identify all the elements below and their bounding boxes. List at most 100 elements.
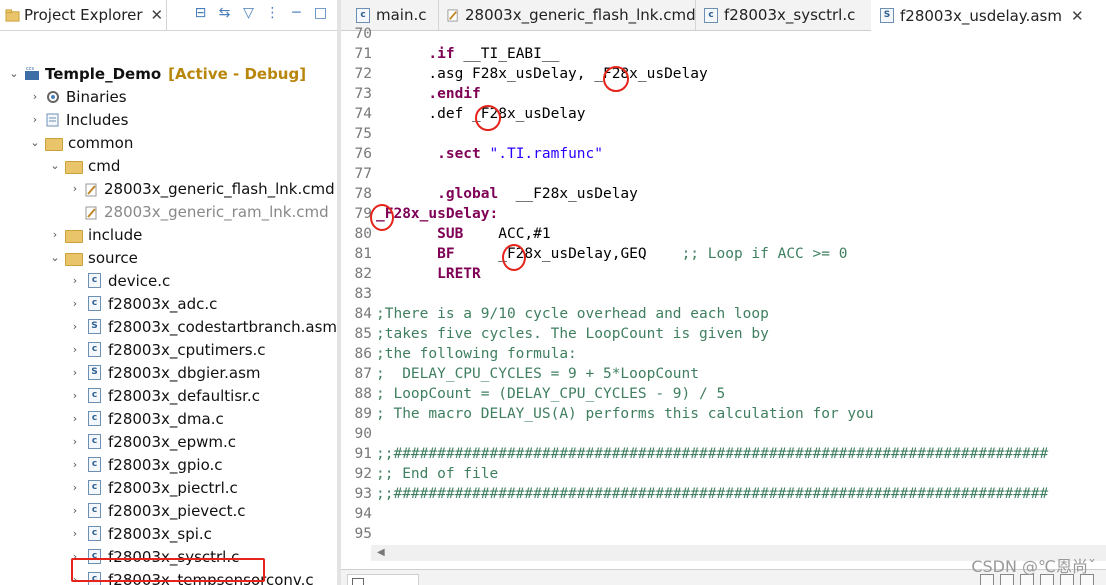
project-explorer-tab[interactable]: Project Explorer ✕ <box>0 0 167 30</box>
chevron-right-icon[interactable]: › <box>29 90 41 103</box>
code-line[interactable]: 80 SUB ACC,#1 <box>341 224 1106 244</box>
chevron-right-icon[interactable]: › <box>69 274 81 287</box>
line-number: 79 <box>354 206 372 222</box>
code-token: ;;######################################… <box>376 486 1049 502</box>
code-line[interactable]: 95 <box>341 524 1106 544</box>
tree-item[interactable]: › c f28003x_spi.c <box>69 522 212 545</box>
chevron-right-icon[interactable]: › <box>69 366 81 379</box>
chevron-right-icon[interactable]: › <box>69 573 81 585</box>
tree-item[interactable]: › c f28003x_defaultisr.c <box>69 384 260 407</box>
code-line[interactable]: 87; DELAY_CPU_CYCLES = 9 + 5*LoopCount <box>341 364 1106 384</box>
console-tab[interactable] <box>347 574 419 585</box>
code-line[interactable]: 72 .asg F28x_usDelay, _F28x_usDelay <box>341 64 1106 84</box>
tree-item[interactable]: 28003x_generic_ram_lnk.cmd <box>69 200 329 223</box>
code-line[interactable]: 94 <box>341 504 1106 524</box>
tree-item[interactable]: › Sf28003x_codestartbranch.asm <box>69 315 337 338</box>
code-line[interactable]: 71 .if __TI_EABI__ <box>341 44 1106 64</box>
tree-item[interactable]: › c f28003x_gpio.c <box>69 453 223 476</box>
code-line[interactable]: 92;; End of file <box>341 464 1106 484</box>
editor-tab-label: f28003x_usdelay.asm <box>900 6 1062 25</box>
code-line[interactable]: 76 .sect ".TI.ramfunc" <box>341 144 1106 164</box>
chevron-right-icon[interactable]: › <box>69 182 81 195</box>
chevron-right-icon[interactable]: › <box>69 527 81 540</box>
tree-item[interactable]: › c f28003x_dma.c <box>69 407 224 430</box>
code-line[interactable]: 83 <box>341 284 1106 304</box>
code-line[interactable]: 86 ;the following formula: <box>341 344 1106 364</box>
tree-item[interactable]: › c f28003x_epwm.c <box>69 430 236 453</box>
filter-icon[interactable]: ▽ <box>240 5 257 22</box>
code-line[interactable]: 91 ;;####################################… <box>341 444 1106 464</box>
maximize-icon[interactable]: □ <box>312 5 329 22</box>
view-menu-icon[interactable]: ⋮ <box>264 5 281 22</box>
chevron-right-icon[interactable]: › <box>69 320 81 333</box>
code-text: .global __F28x_usDelay <box>376 184 638 204</box>
code-line[interactable]: 93 ;;####################################… <box>341 484 1106 504</box>
close-icon[interactable]: ✕ <box>1071 7 1084 25</box>
chevron-right-icon[interactable]: › <box>69 435 81 448</box>
line-number: 82 <box>354 266 372 282</box>
line-number: 91 <box>354 446 372 462</box>
code-line[interactable]: 81 BF _F28x_usDelay,GEQ ;; Loop if ACC >… <box>341 244 1106 264</box>
chevron-right-icon[interactable]: › <box>69 504 81 517</box>
tree-item[interactable]: › c f28003x_cputimers.c <box>69 338 266 361</box>
chevron-down-icon[interactable]: ⌄ <box>49 159 61 172</box>
chevron-right-icon[interactable]: › <box>69 550 81 563</box>
asm-file-icon: S <box>880 8 894 23</box>
tree-item[interactable]: ⌄ ccs Temple_Demo [Active - Debug] <box>8 62 306 85</box>
scroll-left-icon[interactable]: ◀ <box>377 545 385 561</box>
minimize-icon[interactable]: ─ <box>288 5 305 22</box>
chevron-right-icon[interactable]: › <box>29 113 41 126</box>
code-area[interactable]: 70 71 .if __TI_EABI__ 72 .asg F28x_usDelay… <box>341 26 1106 546</box>
code-token: __TI_EABI__ <box>454 46 560 62</box>
close-icon[interactable]: ✕ <box>151 6 164 24</box>
tree-item[interactable]: › Sf28003x_dbgier.asm <box>69 361 261 384</box>
code-line[interactable]: 88; LoopCount = (DELAY_CPU_CYCLES - 9) /… <box>341 384 1106 404</box>
tree-item-label: f28003x_adc.c <box>108 294 218 313</box>
tree-item[interactable]: ⌄ common <box>29 131 133 154</box>
line-number: 85 <box>354 326 372 342</box>
code-line[interactable]: 82 LRETR <box>341 264 1106 284</box>
chevron-right-icon[interactable]: › <box>69 389 81 402</box>
code-line[interactable]: 78 .global __F28x_usDelay <box>341 184 1106 204</box>
link-with-editor-icon[interactable]: ⇆ <box>216 5 233 22</box>
tree-item[interactable]: ⌄ cmd <box>49 154 120 177</box>
chevron-down-icon[interactable]: ⌄ <box>8 67 20 80</box>
tree-item[interactable]: › Binaries <box>29 85 127 108</box>
code-line[interactable]: 77 <box>341 164 1106 184</box>
tree-item[interactable]: › 28003x_generic_flash_lnk.cmd <box>69 177 335 200</box>
tree-item[interactable]: › Includes <box>29 108 129 131</box>
code-line[interactable]: 90 <box>341 424 1106 444</box>
tree-item[interactable]: › c device.c <box>69 269 171 292</box>
code-line[interactable]: 74 .def _F28x_usDelay <box>341 104 1106 124</box>
tree-item[interactable]: › c f28003x_sysctrl.c <box>69 545 240 568</box>
tree-item[interactable]: › include <box>49 223 143 246</box>
chevron-right-icon[interactable]: › <box>69 343 81 356</box>
tree-item[interactable]: › c f28003x_pievect.c <box>69 499 246 522</box>
code-line[interactable]: 70 <box>341 24 1106 44</box>
tree-item-label: Includes <box>66 110 129 129</box>
code-line[interactable]: 75 <box>341 124 1106 144</box>
tree-item[interactable]: › c f28003x_tempsensorconv.c <box>69 568 314 585</box>
chevron-right-icon[interactable]: › <box>49 228 61 241</box>
chevron-down-icon[interactable]: ⌄ <box>29 136 41 149</box>
code-text: .asg F28x_usDelay, _F28x_usDelay <box>376 64 707 84</box>
code-line[interactable]: 89; The macro DELAY_US(A) performs this … <box>341 404 1106 424</box>
chevron-right-icon[interactable]: › <box>69 481 81 494</box>
binaries-icon <box>45 89 61 105</box>
line-number: 72 <box>354 66 372 82</box>
code-line[interactable]: 85 ;takes five cycles. The LoopCount is g… <box>341 324 1106 344</box>
tree-item[interactable]: ⌄ source <box>49 246 137 269</box>
code-line[interactable]: 84 ;There is a 9/10 cycle overhead and ea… <box>341 304 1106 324</box>
code-line[interactable]: 73 .endif <box>341 84 1106 104</box>
line-number: 92 <box>354 466 372 482</box>
chevron-right-icon[interactable]: › <box>69 412 81 425</box>
chevron-right-icon[interactable]: › <box>69 458 81 471</box>
chevron-down-icon[interactable]: ⌄ <box>49 251 61 264</box>
tree-item[interactable]: › c f28003x_adc.c <box>69 292 218 315</box>
collapse-all-icon[interactable]: ⊟ <box>192 5 209 22</box>
code-line[interactable]: 79 _F28x_usDelay: <box>341 204 1106 224</box>
tree-item-label: f28003x_piectrl.c <box>108 478 238 497</box>
chevron-right-icon[interactable]: › <box>69 297 81 310</box>
tree-item[interactable]: › c f28003x_piectrl.c <box>69 476 238 499</box>
